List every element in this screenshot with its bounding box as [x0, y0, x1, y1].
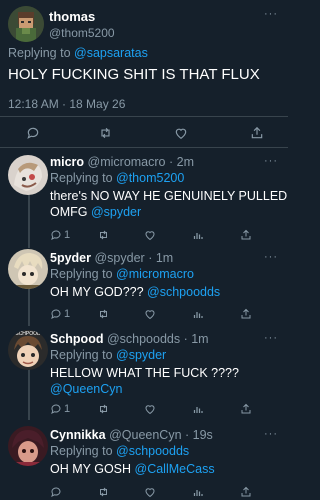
handle[interactable]: @spyder [94, 251, 144, 265]
replying-to-mention[interactable]: @schpoodds [116, 444, 189, 458]
display-name[interactable]: Schpood [50, 332, 103, 346]
reply-time[interactable]: · 2m [169, 155, 194, 169]
reply-icon[interactable] [26, 126, 40, 140]
main-tweet: thomas @thom5200 ··· Replying to @sapsar… [0, 0, 288, 148]
reply-count: 1 [64, 403, 71, 415]
replying-to: Replying to @micromacro [50, 267, 194, 281]
replying-to-mention[interactable]: @sapsaratas [74, 46, 148, 60]
retweet-icon[interactable] [97, 229, 110, 241]
replying-to-mention[interactable]: @micromacro [116, 267, 194, 281]
replying-to: Replying to @sapsaratas [8, 46, 148, 60]
replying-to-prefix: Replying to [50, 267, 117, 281]
tweet-text: HOLY FUCKING SHIT IS THAT FLUX [8, 66, 260, 83]
reply-count: 1 [64, 308, 71, 320]
like-icon[interactable] [144, 403, 156, 415]
avatar[interactable] [8, 249, 48, 289]
reply-time[interactable]: · 19s [185, 428, 213, 442]
handle[interactable]: @QueenCyn [109, 428, 181, 442]
reply-tweet[interactable]: SCHPOOD Schpood @schpoodds · 1m ··· Repl… [0, 326, 288, 422]
reply-icon[interactable] [50, 403, 62, 415]
retweet-icon[interactable] [97, 486, 110, 498]
reply-text: OMFG @spyder [50, 205, 141, 219]
replying-to-prefix: Replying to [50, 444, 117, 458]
more-options-icon[interactable]: ··· [264, 429, 278, 440]
reply-text: @QueenCyn [50, 382, 122, 396]
like-icon[interactable] [144, 486, 156, 498]
share-icon[interactable] [240, 308, 252, 320]
reply-text: OH MY GOD??? @schpoodds [50, 285, 220, 299]
replying-to-mention[interactable]: @thom5200 [116, 171, 184, 185]
timestamp[interactable]: 12:18 AM · 18 May 26 [8, 97, 125, 111]
analytics-icon[interactable] [192, 486, 204, 498]
retweet-icon[interactable] [97, 403, 110, 415]
share-icon[interactable] [240, 229, 252, 241]
replying-to-prefix: Replying to [50, 348, 117, 362]
reply-text: OH MY GOSH @CallMeCass [50, 462, 215, 476]
reply-header: Cynnikka @QueenCyn · 19s [50, 428, 213, 442]
reply-tweet[interactable]: Cynnikka @QueenCyn · 19s ··· Replying to… [0, 422, 288, 500]
reply-header: micro @micromacro · 2m [50, 155, 194, 169]
reply-header: Schpood @schpoodds · 1m [50, 332, 209, 346]
mention-link[interactable]: @schpoodds [147, 285, 220, 299]
avatar-caption: SCHPOOD [15, 331, 41, 337]
reply-icon[interactable] [50, 229, 62, 241]
reply-text: there's NO WAY HE GENUINELY PULLED [50, 189, 288, 203]
avatar[interactable] [8, 155, 48, 195]
mention-link[interactable]: @CallMeCass [135, 462, 215, 476]
replying-to: Replying to @thom5200 [50, 171, 184, 185]
retweet-icon[interactable] [97, 308, 110, 320]
display-name[interactable]: 5pyder [50, 251, 91, 265]
more-options-icon[interactable]: ··· [264, 333, 278, 344]
more-options-icon[interactable]: ··· [264, 156, 278, 167]
share-icon[interactable] [240, 403, 252, 415]
display-name[interactable]: micro [50, 155, 84, 169]
display-name[interactable]: Cynnikka [50, 428, 106, 442]
reply-text: HELLOW WHAT THE FUCK ???? [50, 366, 239, 380]
display-name[interactable]: thomas [49, 9, 95, 24]
avatar[interactable] [8, 426, 48, 466]
mention-link[interactable]: @QueenCyn [50, 382, 122, 396]
divider [0, 116, 288, 117]
more-options-icon[interactable]: ··· [264, 9, 278, 20]
reply-time[interactable]: · 1m [148, 251, 173, 265]
reply-text-plain: OMFG [50, 205, 91, 219]
reply-header: 5pyder @spyder · 1m [50, 251, 173, 265]
like-icon[interactable] [144, 308, 156, 320]
replying-to-prefix: Replying to [50, 171, 117, 185]
mention-link[interactable]: @spyder [91, 205, 141, 219]
handle[interactable]: @micromacro [88, 155, 166, 169]
analytics-icon[interactable] [192, 308, 204, 320]
reply-tweet[interactable]: micro @micromacro · 2m ··· Replying to @… [0, 149, 288, 245]
reply-count: 1 [64, 229, 71, 241]
replying-to: Replying to @spyder [50, 348, 166, 362]
avatar[interactable]: SCHPOOD [8, 330, 48, 370]
more-options-icon[interactable]: ··· [264, 252, 278, 263]
reply-icon[interactable] [50, 486, 62, 498]
share-icon[interactable] [250, 126, 264, 140]
handle[interactable]: @thom5200 [49, 26, 115, 40]
like-icon[interactable] [174, 126, 188, 140]
reply-tweet[interactable]: 5pyder @spyder · 1m ··· Replying to @mic… [0, 245, 288, 325]
replying-to: Replying to @schpoodds [50, 444, 189, 458]
like-icon[interactable] [144, 229, 156, 241]
reply-time[interactable]: · 1m [184, 332, 209, 346]
avatar[interactable] [8, 6, 44, 42]
reply-icon[interactable] [50, 308, 62, 320]
retweet-icon[interactable] [98, 126, 113, 140]
share-icon[interactable] [240, 486, 252, 498]
handle[interactable]: @schpoodds [107, 332, 180, 346]
replying-to-prefix: Replying to [8, 46, 75, 60]
reply-text-plain: OH MY GOSH [50, 462, 135, 476]
analytics-icon[interactable] [192, 403, 204, 415]
analytics-icon[interactable] [192, 229, 204, 241]
reply-text-plain: OH MY GOD??? [50, 285, 148, 299]
replying-to-mention[interactable]: @spyder [116, 348, 166, 362]
